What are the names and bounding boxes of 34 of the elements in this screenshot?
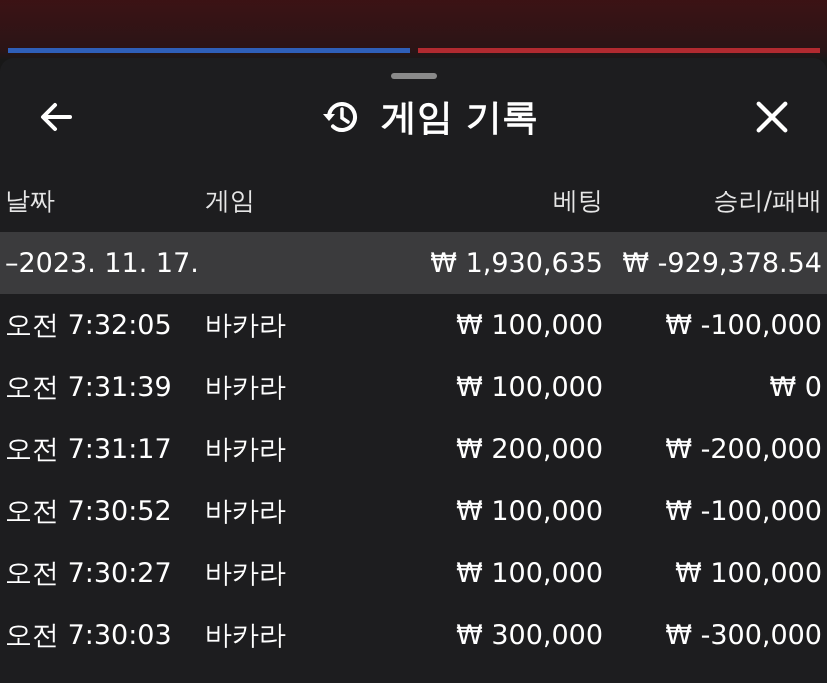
result-cell-text: ₩ 0	[768, 372, 822, 402]
result-cell-text: ₩ -300,000	[664, 620, 822, 650]
bet-cell-text: ₩ 100,000	[455, 372, 603, 402]
game-cell-text: 바카라	[205, 309, 287, 343]
date-group-label: –2023. 11. 17.	[5, 248, 200, 278]
drag-handle[interactable]	[390, 73, 436, 79]
game-cell-text: 바카라	[205, 371, 287, 405]
result-cell-text: ₩ -100,000	[664, 310, 822, 340]
time-cell-text: 오전 7:31:17	[5, 433, 173, 467]
total-result: ₩ -929,378.54	[621, 248, 822, 278]
result-cell-text: ₩ -100,000	[664, 496, 822, 526]
sheet-title: 게임 기록	[381, 96, 538, 140]
time-cell-text: 오전 7:30:52	[5, 495, 173, 529]
game-cell-text: 바카라	[205, 619, 287, 653]
total-bet: ₩ 1,930,635	[429, 248, 603, 278]
bet-cell-text: ₩ 100,000	[455, 558, 603, 588]
game-cell-text: 바카라	[205, 557, 287, 591]
column-header: 게임	[205, 185, 256, 217]
game-cell-text: 바카라	[205, 433, 287, 467]
bet-cell-text: ₩ 100,000	[455, 496, 603, 526]
time-cell-text: 오전 7:31:39	[5, 371, 173, 405]
time-cell-text: 오전 7:32:05	[5, 309, 173, 343]
time-cell-text: 오전 7:30:27	[5, 557, 173, 591]
bet-cell-text: ₩ 200,000	[455, 434, 603, 464]
bet-cell-text: ₩ 100,000	[455, 310, 603, 340]
column-header: 베팅	[552, 185, 603, 217]
column-header: 날짜	[5, 185, 56, 217]
date-summary-row[interactable]: –2023. 11. 17. ₩ 1,930,635 ₩ -929,378.54	[0, 232, 827, 294]
result-cell-text: ₩ 100,000	[674, 558, 822, 588]
bet-cell-text: ₩ 300,000	[455, 620, 603, 650]
column-header: 승리/패배	[712, 185, 822, 217]
time-cell-text: 오전 7:30:03	[5, 619, 173, 653]
result-cell-text: ₩ -200,000	[664, 434, 822, 464]
game-cell-text: 바카라	[205, 495, 287, 529]
